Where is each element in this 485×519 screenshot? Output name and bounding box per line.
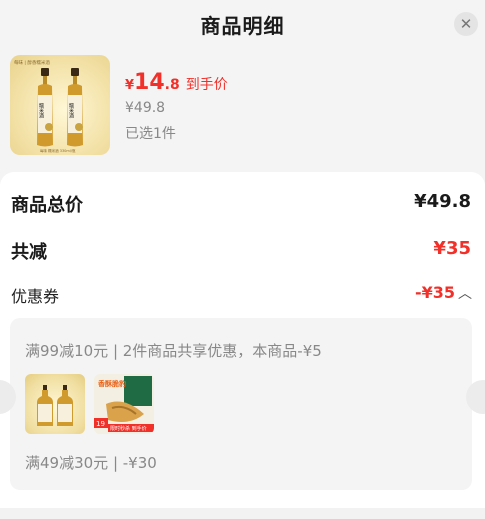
discount-label: 共减 [11,242,47,263]
item2-title: 香酥脆豹 [97,379,126,388]
chevron-up-icon: ︿ [458,286,472,302]
bottle-left: 糯米酒 [37,68,53,147]
coupon-toggle[interactable]: -¥35 ︿ [415,283,472,303]
coupon-rule-1: 满99减10元 | 2件商品共享优惠，本商品-¥5 [25,342,322,360]
price-integer: 14 [134,70,165,95]
final-price: ¥14.8 到手价 [125,70,228,95]
snack-package-mini: 香酥脆豹 19 限时秒杀 到手价 [94,374,154,434]
coupon-rule-2: 满49减30元 | -¥30 [25,454,157,472]
total-label: 商品总价 [11,195,83,216]
item2-banner: 限时秒杀 到手价 [110,425,147,432]
price-tag: 到手价 [185,77,228,93]
selected-count: 已选1件 [125,126,176,142]
price-symbol: ¥ [125,78,135,93]
thumb-label-left: 糯米酒 [38,102,44,119]
item2-price: 19 [96,420,105,428]
coupon-product-thumb-2[interactable]: 香酥脆豹 19 限时秒杀 到手价 [94,374,154,434]
coupon-value: -¥35 [414,283,455,302]
discount-value: ¥35 [433,238,471,259]
thumb-brand: 每味 | 醇香糯米酒 [14,59,50,66]
wine-bottles-illustration: 每味 | 醇香糯米酒 糯米酒 糯米酒 每味 糯米酒 330ml/瓶 [14,59,83,153]
close-icon[interactable]: ✕ [454,12,478,36]
thumb-label-right: 糯米酒 [68,102,74,119]
wine-bottles-mini [37,385,73,426]
bottom-spacer [0,508,485,519]
bottle-right: 糯米酒 [67,68,83,147]
coupon-product-thumb-1[interactable] [25,374,85,434]
total-value: ¥49.8 [414,191,471,212]
page-title: 商品明细 [200,14,285,38]
thumb-caption: 每味 糯米酒 330ml/瓶 [40,148,76,153]
coupon-label: 优惠券 [11,287,60,306]
product-image[interactable]: 每味 | 醇香糯米酒 糯米酒 糯米酒 每味 糯米酒 330ml/瓶 [10,55,110,155]
price-decimal: .8 [164,77,180,93]
original-price: ¥49.8 [125,100,166,116]
